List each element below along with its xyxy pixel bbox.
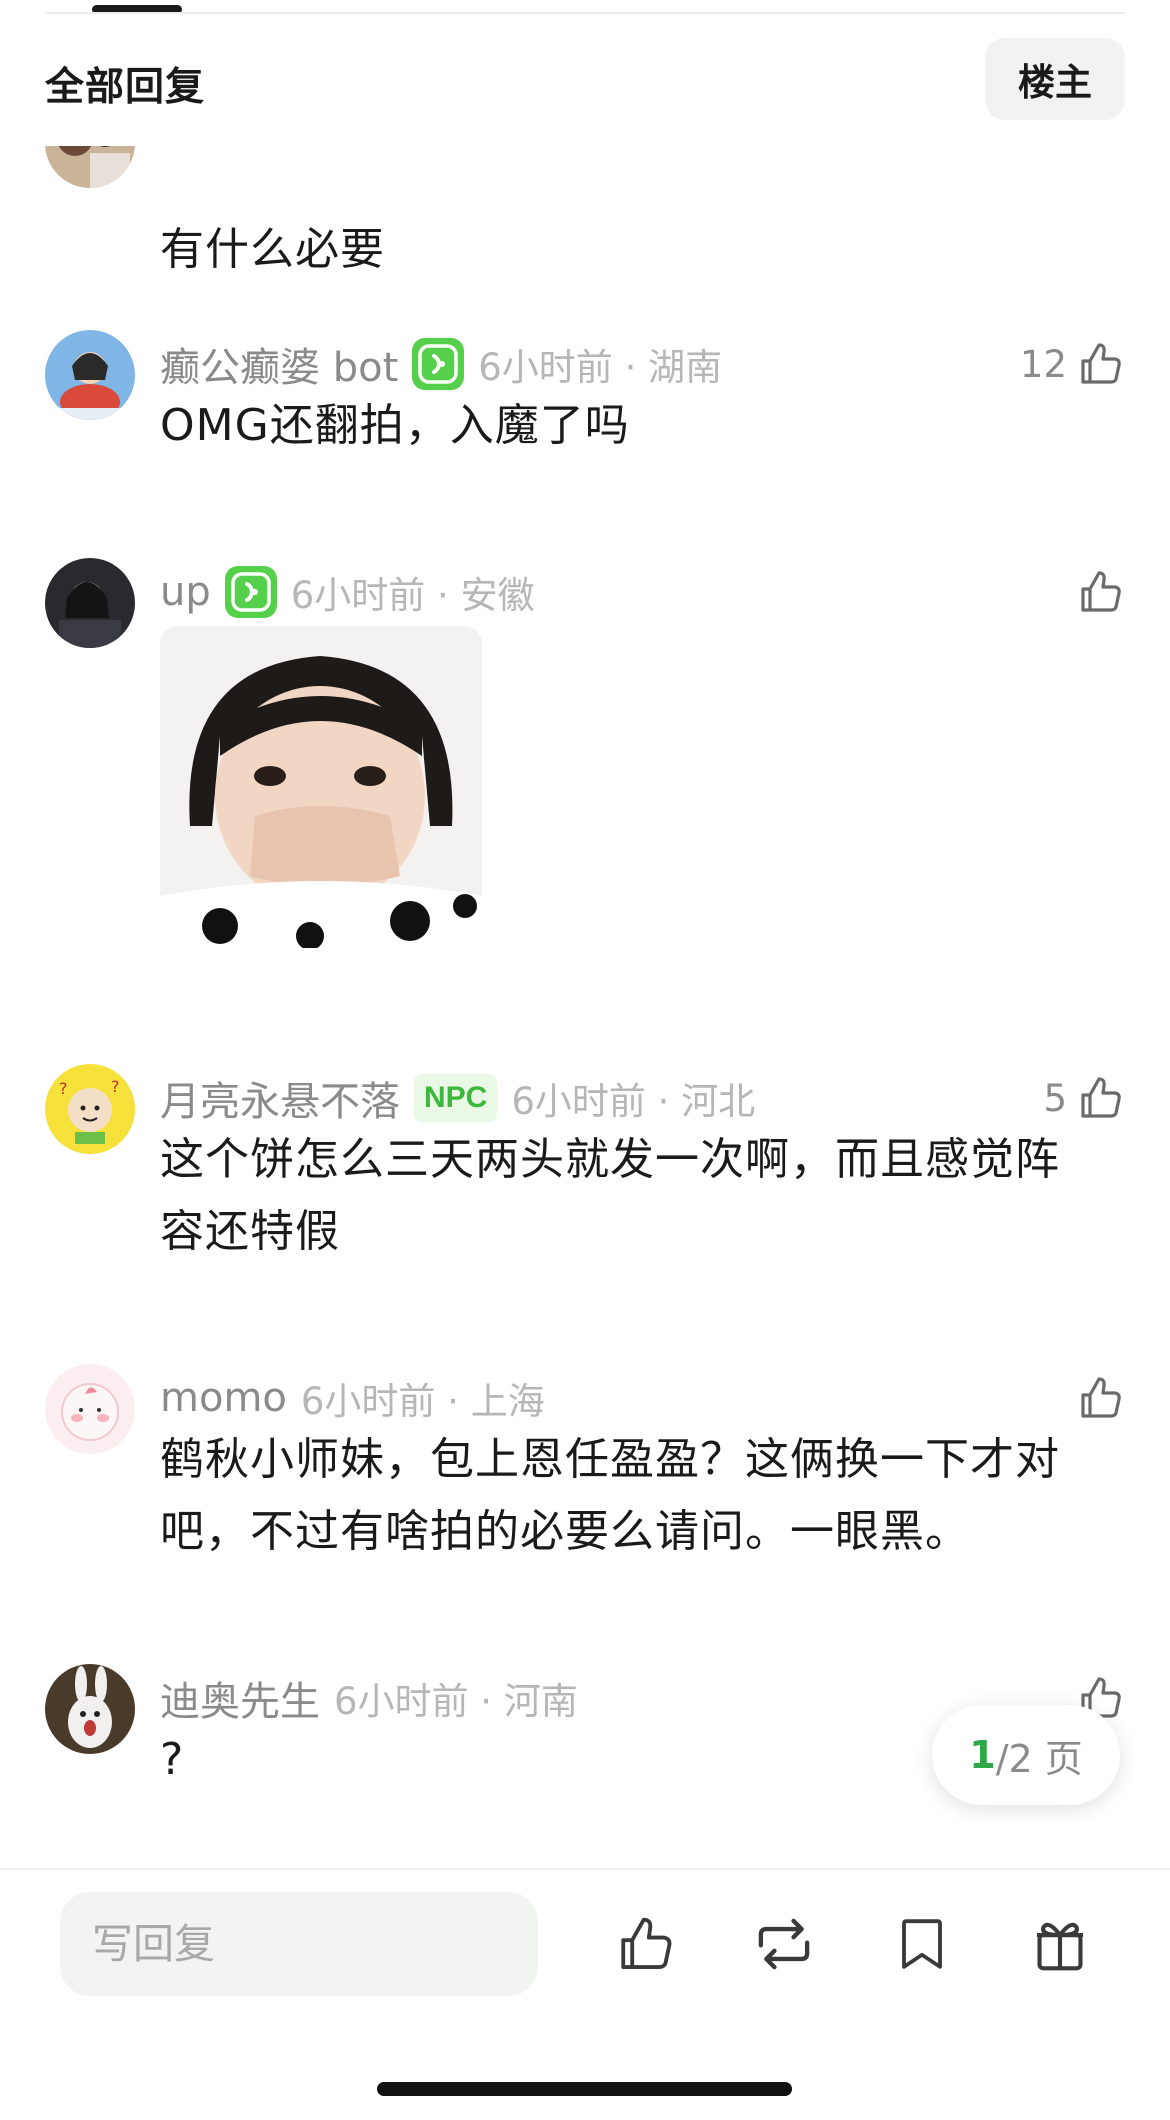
page-current: 1 (969, 1733, 996, 1777)
avatar[interactable]: ?? (45, 1064, 135, 1154)
avatar[interactable] (45, 1664, 135, 1754)
comment-text: 鹤秋小师妹，包上恩任盈盈？这俩换一下才对吧，不过有啥拍的必要么请问。一眼黑。 (160, 1434, 1060, 1557)
like-count: 5 (1043, 1076, 1067, 1120)
comment-meta: 迪奥先生 6小时前 · 河南 (160, 1670, 578, 1726)
username[interactable]: momo (160, 1375, 287, 1421)
comment-meta: momo 6小时前 · 上海 (160, 1370, 545, 1426)
comment-item: up 6小时前 · 安徽 (0, 558, 1170, 948)
like-button[interactable]: 5 (1043, 1070, 1125, 1126)
badge-smile-icon (224, 566, 277, 618)
comment-time: 6小时前 · 上海 (300, 1380, 545, 1423)
avatar[interactable] (45, 330, 135, 420)
like-post-button[interactable] (603, 1902, 687, 1986)
username[interactable]: 迪奥先生 (160, 1669, 320, 1727)
comment-meta: 癫公癫婆 bot 6小时前 · 湖南 (160, 336, 722, 392)
comment-item: momo 6小时前 · 上海 鹤秋小师妹，包上恩任盈盈？这俩换一下才对吧，不过有… (0, 1364, 1170, 1604)
username[interactable]: up (160, 569, 211, 615)
like-count: 12 (1019, 342, 1067, 386)
page-indicator[interactable]: 1 /2 页 (932, 1705, 1120, 1805)
comment-time: 6小时前 · 湖南 (478, 346, 723, 389)
comment-text: 这个饼怎么三天两头就发一次啊，而且感觉阵容还特假 (160, 1134, 1060, 1257)
comment-text: 有什么必要 (160, 224, 385, 275)
sticker-image[interactable] (160, 626, 482, 948)
comment-item: 癫公癫婆 bot 6小时前 · 湖南 12 OMG还翻拍，入魔了吗 (0, 330, 1170, 540)
username[interactable]: 月亮永悬不落 (160, 1069, 400, 1127)
comment-time: 6小时前 · 安徽 (290, 574, 535, 617)
thumbs-up-icon (621, 1917, 672, 1969)
avatar[interactable] (45, 1364, 135, 1454)
reply-input[interactable] (60, 1892, 538, 1996)
comment-meta: 月亮永悬不落 NPC 6小时前 · 河北 (160, 1070, 755, 1126)
thumbs-up-icon (1081, 571, 1121, 612)
page-total: /2 页 (995, 1736, 1083, 1781)
comments-header: 全部回复 楼主 (0, 16, 1170, 146)
gift-button[interactable] (1018, 1902, 1102, 1986)
repost-button[interactable] (742, 1902, 826, 1986)
username[interactable]: 癫公癫婆 bot (160, 335, 398, 393)
comment-meta: up 6小时前 · 安徽 (160, 564, 535, 620)
bookmark-button[interactable] (880, 1902, 964, 1986)
badge-smile-icon (412, 338, 465, 390)
repost-icon (758, 1918, 810, 1970)
avatar[interactable] (45, 146, 135, 188)
comment-time: 6小时前 · 河南 (334, 1680, 578, 1723)
thumbs-up-icon (1081, 1077, 1121, 1118)
npc-badge: NPC (414, 1074, 498, 1122)
thumbs-up-icon (1081, 1377, 1121, 1418)
thumbs-up-icon (1081, 343, 1121, 384)
like-button[interactable] (1067, 1370, 1125, 1426)
top-divider (45, 12, 1125, 14)
comment-item: 有什么必要 (0, 146, 1170, 346)
svg-text:?: ? (59, 1079, 68, 1098)
home-indicator[interactable] (377, 2082, 792, 2096)
comment-list[interactable]: 有什么必要 癫公癫婆 bot 6小时前 · 湖南 12 OMG还翻拍，入魔了吗 … (0, 146, 1170, 1868)
op-only-button[interactable]: 楼主 (985, 38, 1125, 120)
bookmark-icon (902, 1919, 942, 1969)
like-button[interactable]: 12 (1020, 336, 1125, 392)
avatar[interactable] (45, 558, 135, 648)
like-button[interactable] (1067, 564, 1125, 620)
gift-icon (1036, 1922, 1084, 1971)
comment-time: 6小时前 · 河北 (511, 1080, 756, 1123)
comment-text: OMG还翻拍，入魔了吗 (160, 400, 630, 451)
page-title: 全部回复 (45, 65, 206, 110)
svg-text:?: ? (111, 1077, 120, 1096)
comment-item: ?? 月亮永悬不落 NPC 6小时前 · 河北 5 这个饼怎么三天两头就发一次啊… (0, 1064, 1170, 1304)
